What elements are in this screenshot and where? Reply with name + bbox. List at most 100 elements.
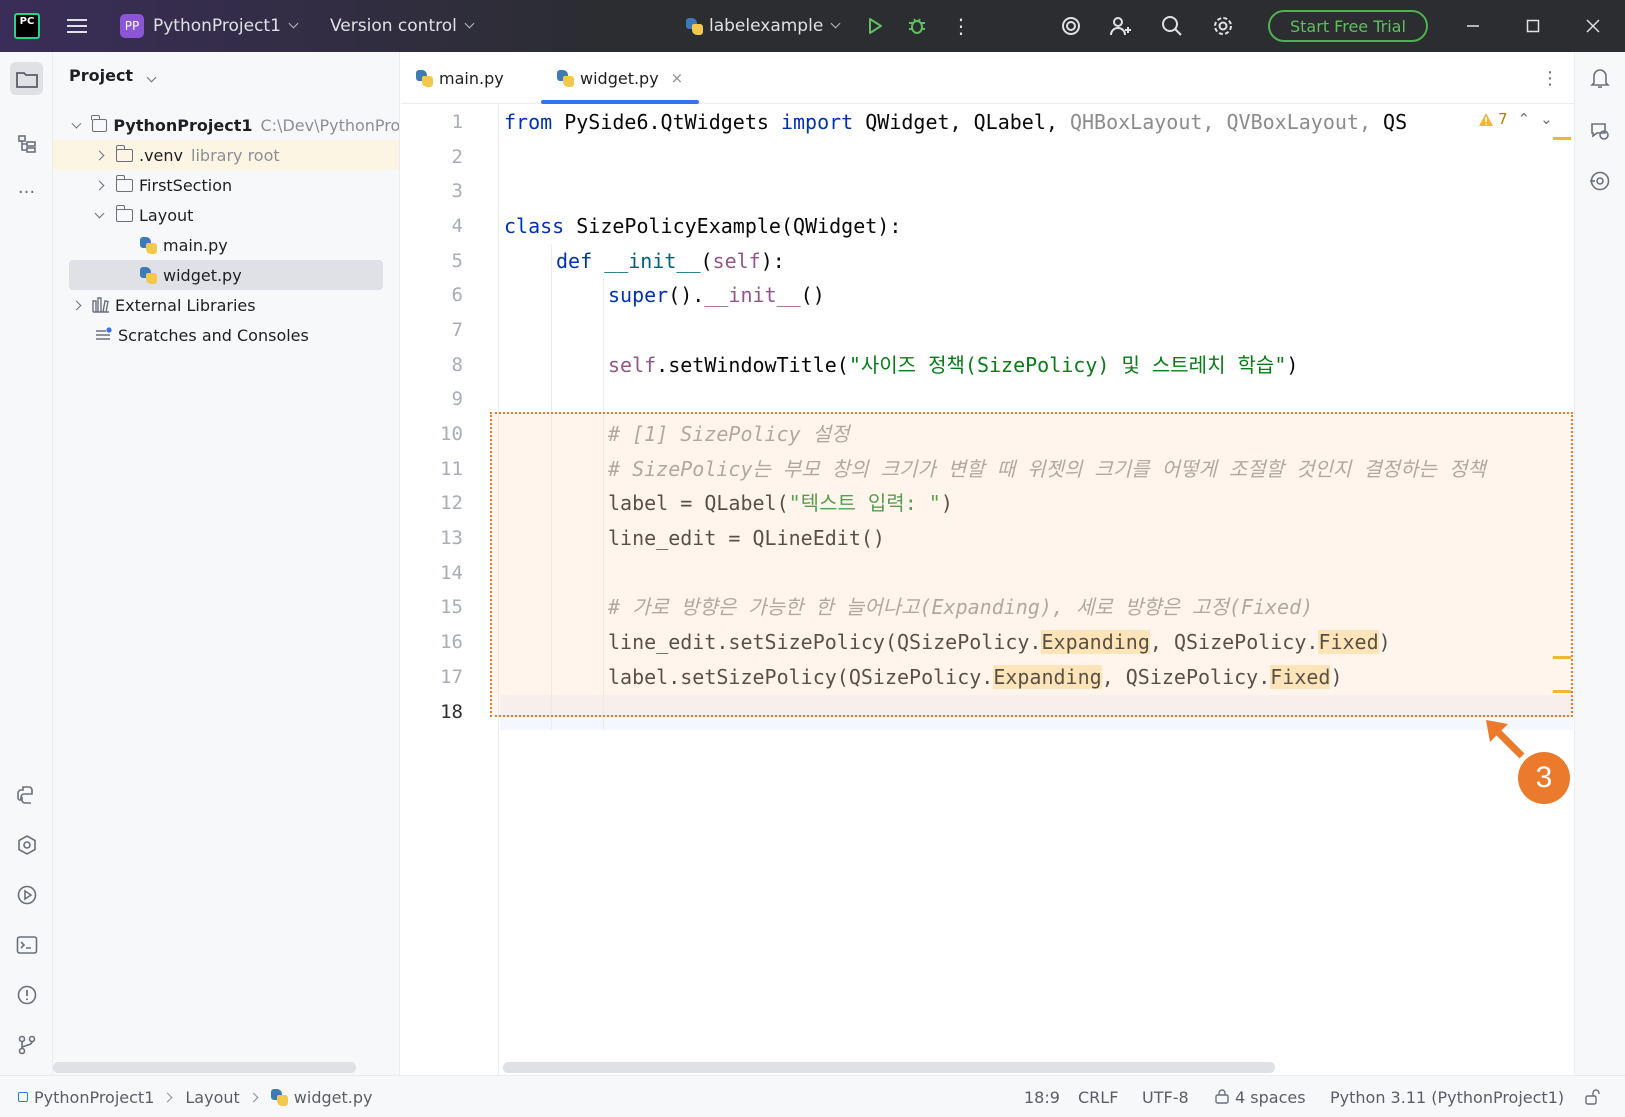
line-number: 5 [451,250,463,272]
status-bar: PythonProject1 Layout widget.py 18:9 CRL… [0,1075,1625,1117]
tab-options-icon[interactable]: ⋮ [1541,52,1559,104]
git-branch-icon[interactable] [10,1028,43,1061]
add-user-icon[interactable] [1108,0,1134,52]
tree-item-label: Layout [139,205,194,225]
problems-icon[interactable] [10,978,43,1011]
error-stripe-mark[interactable] [1553,137,1571,140]
previous-highlight-icon[interactable]: ⌃ [1518,110,1531,128]
python-file-icon [557,69,574,87]
breadcrumb-folder[interactable]: Layout [185,1088,239,1107]
left-tool-strip: ··· [0,52,53,1075]
breadcrumb-file[interactable]: widget.py [294,1088,373,1107]
line-number: 9 [451,388,463,410]
collapse-arrow-icon[interactable] [94,150,105,160]
line-ending-selector[interactable]: CRLF [1078,1076,1118,1117]
tab-widget-py[interactable]: widget.py × [541,52,700,104]
next-highlight-icon[interactable]: ⌄ [1540,110,1553,128]
tree-item-main-py[interactable]: main.py [53,230,399,260]
library-root-hint: library root [191,145,280,165]
line-number: 7 [451,319,463,341]
tab-label: main.py [439,68,504,88]
project-switcher[interactable]: PP PythonProject1 [120,0,299,52]
version-control-menu[interactable]: Version control [330,0,475,52]
project-panel-title: Project [69,66,134,85]
main-menu-button[interactable] [66,0,88,52]
caret-position[interactable]: 18:9 [1024,1076,1060,1117]
tree-item-firstsection[interactable]: FirstSection [53,170,399,200]
line-number: 15 [440,596,463,618]
terminal-icon[interactable] [10,928,43,961]
project-panel-header[interactable]: Project [69,66,157,85]
structure-icon[interactable] [10,127,43,160]
version-control-label: Version control [330,16,457,36]
encoding-selector[interactable]: UTF-8 [1142,1076,1189,1117]
python-packages-icon[interactable] [10,778,43,811]
project-tool-folder-icon[interactable] [10,62,43,95]
tree-item-label: FirstSection [139,175,233,195]
chevron-right-icon [162,1092,173,1102]
search-icon[interactable] [1159,0,1185,52]
tree-item-widget-py[interactable]: widget.py [53,260,399,290]
python-file-icon [140,266,157,284]
indent-selector[interactable]: 4 spaces [1214,1076,1306,1117]
tree-item-scratches[interactable]: Scratches and Consoles [53,320,399,350]
error-stripe-mark[interactable] [1553,656,1571,659]
inspection-widget[interactable]: 7 ⌃ ⌄ [1478,110,1553,128]
close-window-icon[interactable] [1580,0,1606,52]
callout-arrow-icon [1486,720,1525,759]
tree-item-label: Scratches and Consoles [118,325,309,345]
run-config-selector[interactable]: labelexample [686,0,841,52]
notifications-bell-icon[interactable] [1584,62,1616,94]
tab-label: widget.py [580,68,659,88]
tree-item-project-root[interactable]: PythonProject1 C:\Dev\PythonProj [53,110,399,140]
collapse-arrow-icon[interactable] [71,300,82,310]
minimize-window-icon[interactable] [1460,0,1486,52]
line-number: 11 [440,458,463,480]
chevron-down-icon [146,72,157,83]
breadcrumb-project[interactable]: PythonProject1 [34,1088,154,1107]
editor-horizontal-scrollbar[interactable] [503,1062,1275,1073]
callout-number-badge: 3 [1518,752,1570,804]
project-name: PythonProject1 [153,16,281,36]
expand-arrow-icon[interactable] [71,118,82,128]
tab-main-py[interactable]: main.py [416,52,504,104]
module-icon [18,1092,28,1102]
project-panel: Project PythonProject1 C:\Dev\PythonProj… [53,52,400,1075]
services-icon[interactable] [10,878,43,911]
python-file-icon [686,17,703,35]
tree-item-external-libraries[interactable]: External Libraries [53,290,399,320]
close-tab-icon[interactable]: × [671,69,684,87]
line-number: 2 [451,146,463,168]
expand-arrow-icon[interactable] [94,208,105,218]
line-number: 1 [451,111,463,133]
tree-item-path: C:\Dev\PythonProj [260,115,399,135]
interpreter-selector[interactable]: Python 3.11 (PythonProject1) [1330,1076,1564,1117]
breadcrumb: PythonProject1 Layout widget.py [18,1076,372,1117]
error-stripe-mark[interactable] [1553,690,1571,693]
ai-chat-icon[interactable] [1584,115,1616,147]
run-config-label: labelexample [709,16,824,36]
ai-assistant-icon[interactable] [1058,0,1084,52]
tree-item-label: External Libraries [115,295,256,315]
run-button[interactable] [862,0,888,52]
tree-item-layout[interactable]: Layout [53,200,399,230]
more-tools-icon[interactable]: ··· [10,176,43,209]
line-number: 8 [451,354,463,376]
folder-icon [115,204,133,222]
start-free-trial-button[interactable]: Start Free Trial [1268,10,1428,42]
project-horizontal-scrollbar[interactable] [53,1062,356,1073]
more-actions-icon[interactable]: ⋮ [948,0,974,52]
collapse-arrow-icon[interactable] [94,180,105,190]
python-console-icon[interactable] [10,828,43,861]
settings-gear-icon[interactable] [1210,0,1236,52]
tree-item-venv[interactable]: .venv library root [53,140,399,170]
line-number: 12 [440,492,463,514]
debug-button[interactable] [904,0,930,52]
maximize-window-icon[interactable] [1520,0,1546,52]
code-line-6: super().__init__() [608,283,825,307]
line-number-current: 18 [440,701,463,723]
line-number: 4 [451,215,463,237]
pycharm-logo-icon: PC [14,13,40,39]
read-only-lock-icon[interactable] [1584,1076,1600,1117]
endpoints-icon[interactable] [1584,165,1616,197]
